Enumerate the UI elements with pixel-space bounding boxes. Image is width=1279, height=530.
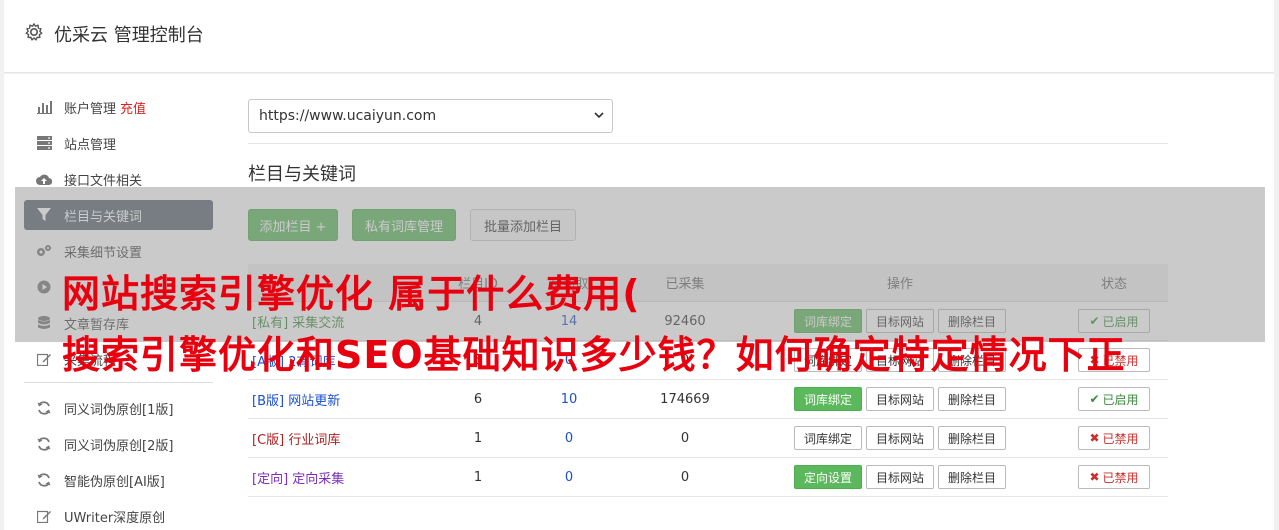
column-tag: [C版] xyxy=(252,432,285,448)
sidebar-item-uwriter[interactable]: UWriter深度原创 xyxy=(24,501,213,530)
sidebar-item-label: 账户管理 xyxy=(64,101,117,117)
delete-column-button[interactable]: 删除栏目 xyxy=(938,465,1007,489)
sidebar-item-label: 同义词伪原创[2版] xyxy=(64,438,174,454)
check-icon: ✔ xyxy=(1089,392,1100,406)
column-name[interactable]: 定向采集 xyxy=(292,472,344,487)
divider xyxy=(248,143,1168,144)
cloud-upload-icon xyxy=(36,171,52,187)
row-actions: 词库绑定目标网站删除栏目 xyxy=(740,387,1060,411)
column-id: 6 xyxy=(473,391,483,407)
sidebar-item-sites[interactable]: 站点管理 xyxy=(24,128,213,158)
delete-column-button[interactable]: 删除栏目 xyxy=(938,426,1007,450)
status-toggle[interactable]: ✖ 已禁用 xyxy=(1078,426,1150,450)
column-name[interactable]: 网站更新 xyxy=(288,394,340,409)
column-id: 1 xyxy=(473,469,483,485)
column-name-cell: [C版] 行业词库 xyxy=(248,429,448,448)
delete-column-button[interactable]: 删除栏目 xyxy=(938,387,1007,411)
sidebar-item-ai-rewrite[interactable]: 智能伪原创[AI版] xyxy=(24,465,213,495)
status-toggle[interactable]: ✔已启用 xyxy=(1078,387,1150,411)
status-cell: ✖ 已禁用 xyxy=(1060,426,1168,450)
row-actions: 定向设置 目标网站 删除栏目 xyxy=(740,465,1060,489)
overlay-headline-1: 网站搜索引擎优化 属于什么费用( xyxy=(62,272,641,316)
refresh-icon xyxy=(36,436,52,452)
bar-chart-icon xyxy=(36,99,52,115)
target-site-button[interactable]: 目标网站 xyxy=(865,426,934,450)
site-select-value: https://www.ucaiyun.com xyxy=(259,108,437,124)
column-name[interactable]: 行业词库 xyxy=(288,433,340,448)
sidebar-item-label: 同义词伪原创[1版] xyxy=(64,402,174,418)
row-actions: 词库绑定目标网站删除栏目 xyxy=(740,426,1060,450)
recharge-link[interactable]: 充值 xyxy=(120,98,146,117)
status-label: 已禁用 xyxy=(1102,470,1139,485)
refresh-icon xyxy=(36,400,52,416)
sidebar-item-account[interactable]: 账户管理 充值 xyxy=(24,92,213,122)
collected-count: 0 xyxy=(680,469,690,485)
pending-count[interactable]: 0 xyxy=(508,431,630,446)
bind-lib-button[interactable]: 词库绑定 xyxy=(793,426,862,450)
sidebar-divider xyxy=(24,382,213,383)
table-row: [B版] 网站更新 6 10 174669 词库绑定 目标网站 删除栏目 ✔ 已启用 xyxy=(248,380,1168,419)
close-icon: ✖ xyxy=(1089,431,1100,445)
close-icon: ✖ xyxy=(1089,470,1100,484)
status-toggle[interactable]: ✖ 已禁用 xyxy=(1078,465,1150,489)
bind-lib-button[interactable]: 词库绑定 xyxy=(793,387,862,411)
edit-icon xyxy=(36,351,52,367)
column-tag: [定向] xyxy=(252,471,289,487)
sidebar-item-label: 站点管理 xyxy=(64,137,117,153)
edit-icon xyxy=(36,508,52,524)
status-cell: ✖ 已禁用 xyxy=(1060,465,1168,489)
sidebar-item-label: UWriter深度原创 xyxy=(64,510,166,526)
column-name-cell: [定向] 定向采集 xyxy=(248,468,448,487)
sidebar-item-label: 智能伪原创[AI版] xyxy=(64,474,165,490)
bind-lib-button[interactable]: 定向设置 xyxy=(793,465,862,489)
watermark-overlay xyxy=(15,187,1265,342)
target-site-button[interactable]: 目标网站 xyxy=(865,465,934,489)
column-tag: [B版] xyxy=(252,393,285,409)
gear-icon xyxy=(25,23,43,41)
page-title: 优采云 管理控制台 xyxy=(54,25,204,46)
refresh-icon xyxy=(36,472,52,488)
sidebar-item-label: 接口文件相关 xyxy=(64,173,143,189)
status-label: 已启用 xyxy=(1102,392,1139,407)
sidebar-item-synonym-v2[interactable]: 同义词伪原创[2版] xyxy=(24,429,213,459)
overlay-headline-2: 搜索引擎优化和SEO基础知识多少钱？如何确定特定情况下正 xyxy=(62,333,1126,377)
chevron-down-icon xyxy=(594,112,604,119)
table-row: [C版] 行业词库 1 0 0 词库绑定 目标网站 删除栏目 ✖ 已禁用 xyxy=(248,419,1168,458)
status-cell: ✔已启用 xyxy=(1060,387,1168,411)
pending-count[interactable]: 10 xyxy=(508,392,630,407)
collected-count: 0 xyxy=(680,430,690,446)
server-icon xyxy=(36,135,52,151)
table-row: [定向] 定向采集 1 0 0 定向设置 目标网站 删除栏目 ✖ 已禁用 xyxy=(248,458,1168,497)
target-site-button[interactable]: 目标网站 xyxy=(865,387,934,411)
site-select[interactable]: https://www.ucaiyun.com xyxy=(248,99,613,133)
sidebar-item-synonym-v1[interactable]: 同义词伪原创[1版] xyxy=(24,393,213,423)
collected-count: 174669 xyxy=(660,391,710,407)
column-id: 1 xyxy=(473,430,483,446)
column-name-cell: [B版] 网站更新 xyxy=(248,390,448,409)
top-header: 优采云 管理控制台 xyxy=(4,0,1274,73)
section-title: 栏目与关键词 xyxy=(248,164,356,185)
status-label: 已禁用 xyxy=(1102,431,1139,446)
pending-count[interactable]: 0 xyxy=(508,470,630,485)
